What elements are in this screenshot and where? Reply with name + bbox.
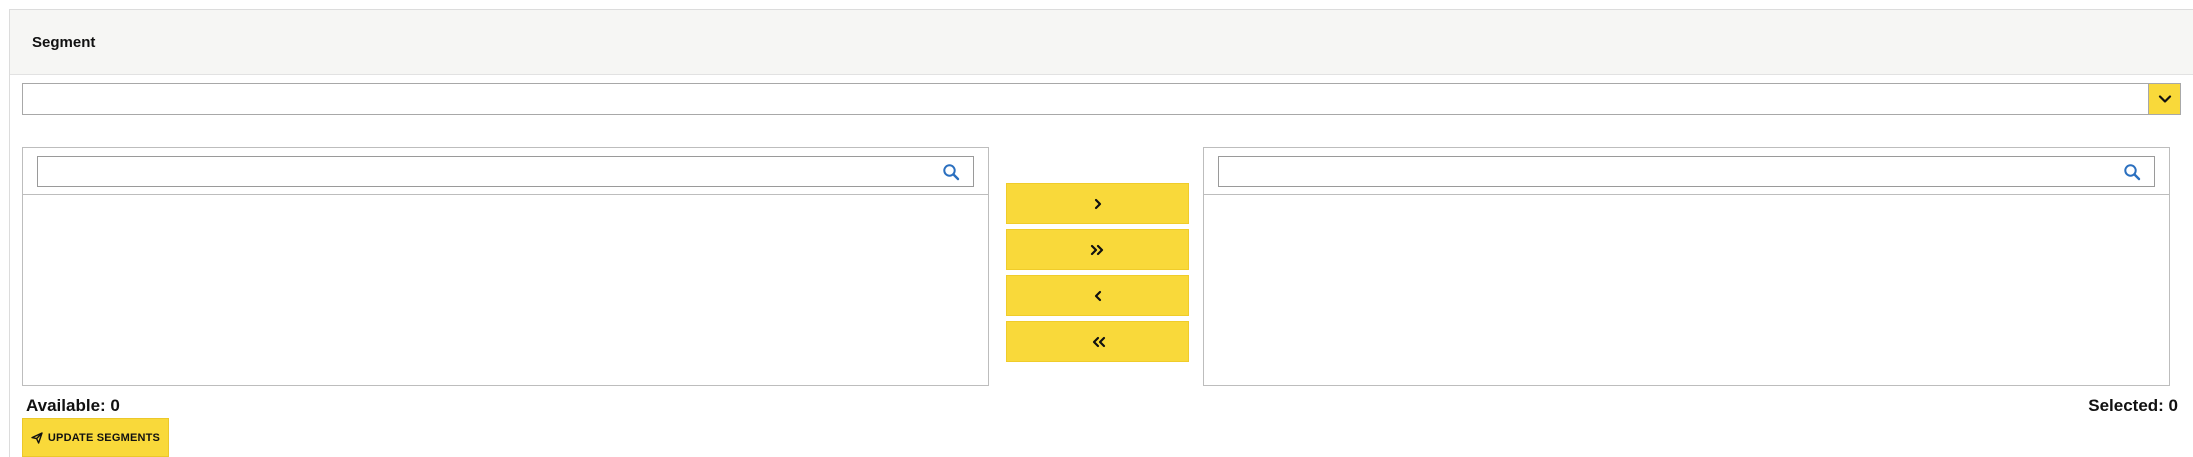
double-chevron-right-icon bbox=[1090, 244, 1103, 255]
search-icon[interactable] bbox=[942, 163, 960, 181]
chevron-left-icon bbox=[1094, 290, 1101, 301]
available-search-bar bbox=[23, 148, 988, 195]
move-all-right-button[interactable] bbox=[1006, 229, 1189, 270]
selected-search-input[interactable] bbox=[1218, 156, 2155, 187]
move-selected-left-button[interactable] bbox=[1006, 275, 1189, 316]
selected-listbox bbox=[1203, 147, 2170, 386]
selected-search-bar bbox=[1204, 148, 2169, 195]
available-listbox bbox=[22, 147, 989, 386]
selected-items-list[interactable] bbox=[1204, 195, 2169, 385]
selected-count: Selected: 0 bbox=[2088, 396, 2178, 415]
chevron-right-icon bbox=[1094, 198, 1101, 209]
available-items-list[interactable] bbox=[23, 195, 988, 385]
chevron-down-icon bbox=[2158, 95, 2171, 103]
update-segments-button[interactable]: UPDATE SEGMENTS bbox=[22, 418, 169, 457]
search-icon[interactable] bbox=[2123, 163, 2141, 181]
available-count: Available: 0 bbox=[26, 396, 120, 415]
update-segments-label: UPDATE SEGMENTS bbox=[47, 431, 161, 444]
move-all-left-button[interactable] bbox=[1006, 321, 1189, 362]
double-chevron-left-icon bbox=[1092, 336, 1105, 347]
move-selected-right-button[interactable] bbox=[1006, 183, 1189, 224]
segment-dropdown[interactable] bbox=[22, 83, 2181, 115]
panel-header: Segment bbox=[10, 10, 2193, 75]
dropdown-toggle-button[interactable] bbox=[2148, 83, 2181, 115]
panel-title: Segment bbox=[32, 34, 96, 51]
paper-plane-icon bbox=[31, 431, 43, 444]
available-search-input[interactable] bbox=[37, 156, 974, 187]
